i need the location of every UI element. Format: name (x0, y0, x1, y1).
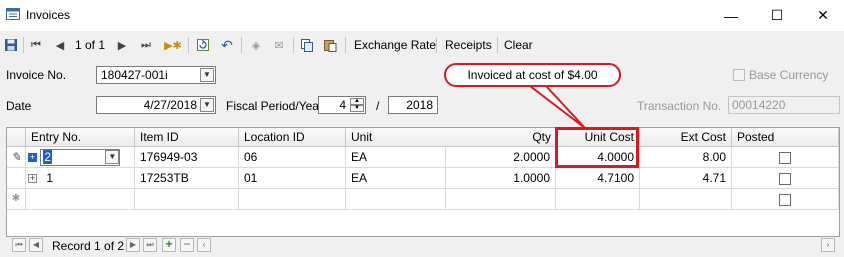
unit-cost-highlight-box (555, 127, 639, 168)
annotation-callout: Invoiced at cost of $4.00 (444, 63, 621, 87)
callout-arrow (529, 85, 586, 129)
